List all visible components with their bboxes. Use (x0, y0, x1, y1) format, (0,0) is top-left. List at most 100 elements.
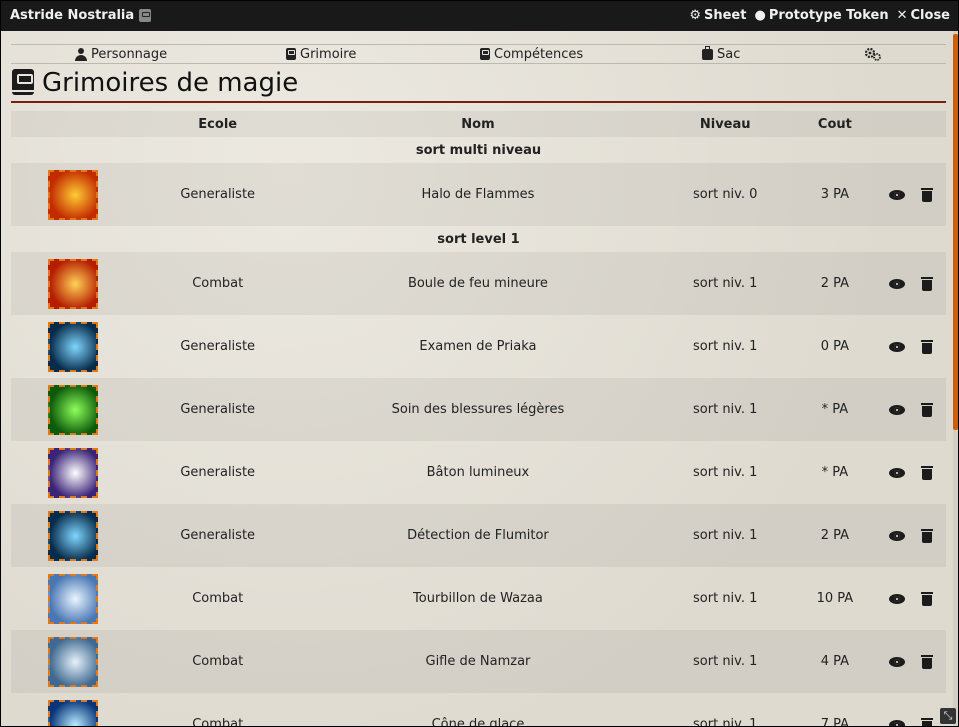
spell-row: Generaliste Soin des blessures légères sor… (11, 378, 946, 441)
trash-icon[interactable] (920, 187, 933, 202)
scrollbar-thumb[interactable] (953, 34, 958, 430)
eye-icon[interactable] (888, 719, 905, 726)
spell-actions (875, 378, 946, 441)
spell-cost: 7 PA (820, 717, 850, 727)
healing-cross-icon[interactable] (48, 384, 99, 435)
prototype-token-button[interactable]: ● Prototype Token (754, 8, 888, 23)
fireball-icon[interactable] (48, 258, 99, 309)
spell-actions (875, 630, 946, 693)
tab-settings[interactable] (864, 45, 882, 63)
window-title: Astride Nostralia (10, 8, 135, 23)
gears-icon (864, 47, 881, 61)
tab-sac[interactable]: Sac (702, 45, 740, 63)
spell-level: sort niv. 1 (693, 591, 758, 606)
window-titlebar[interactable]: Astride Nostralia ⚙ Sheet ● Prototype To… (1, 1, 958, 31)
eye-icon[interactable] (888, 656, 905, 667)
eye-icon[interactable] (888, 404, 905, 415)
page-heading: Grimoires de magie (11, 65, 946, 103)
window-title-area: Astride Nostralia (10, 8, 152, 23)
spell-ecole: Combat (192, 591, 244, 606)
sheet-button[interactable]: ⚙ Sheet (689, 8, 746, 23)
star-burst-icon[interactable] (48, 447, 99, 498)
spell-ecole: Combat (135, 630, 300, 693)
column-header-nom: Nom (299, 111, 657, 137)
spell-actions (875, 441, 946, 504)
book-icon (286, 48, 296, 60)
column-header-niveau: Niveau (656, 111, 795, 137)
eye-icon[interactable] (888, 467, 905, 478)
spell-image-cell (11, 693, 136, 726)
tab-label: Personnage (91, 46, 168, 62)
tab-label: Sac (717, 46, 741, 62)
spell-name: Cône de glace (431, 717, 525, 727)
spell-cost: 3 PA (794, 163, 876, 226)
eye-icon[interactable] (888, 341, 905, 352)
eye-icon[interactable] (888, 593, 905, 604)
spell-image-cell (11, 252, 136, 315)
aura-figure-icon[interactable] (48, 321, 99, 372)
spell-level: sort niv. 1 (656, 630, 795, 693)
spell-level: sort niv. 0 (656, 163, 795, 226)
table-header: Ecole Nom Niveau Cout (11, 111, 946, 137)
spell-row: Generaliste Halo de Flammes sort niv. 03 P… (11, 163, 946, 226)
spell-image-cell (11, 378, 136, 441)
sheet-tabs: Personnage Grimoire Compétences Sac (11, 44, 946, 64)
whirlwind-icon[interactable] (48, 573, 99, 624)
tab-grimoire[interactable]: Grimoire (286, 45, 356, 63)
book-icon (139, 9, 152, 22)
gear-icon: ⚙ (689, 8, 701, 23)
spell-group-row: sort multi niveau (11, 137, 946, 163)
actor-sheet-window: Astride Nostralia ⚙ Sheet ● Prototype To… (0, 0, 959, 727)
eye-icon[interactable] (888, 189, 905, 200)
tab-personnage[interactable]: Personnage (75, 45, 167, 63)
eye-icon[interactable] (888, 278, 905, 289)
tab-label: Compétences (494, 46, 584, 62)
spell-row: Combat Gifle de Namzar sort niv. 14 PA (11, 630, 946, 693)
trash-icon[interactable] (920, 402, 933, 417)
aura-figure-icon[interactable] (48, 510, 99, 561)
trash-icon[interactable] (920, 465, 933, 480)
spell-cost: * PA (794, 378, 876, 441)
spell-cost: 0 PA (820, 339, 850, 354)
fire-ring-icon[interactable] (48, 169, 99, 220)
slap-hand-icon[interactable] (48, 636, 99, 687)
spell-image-cell (11, 567, 136, 630)
window-actions: ⚙ Sheet ● Prototype Token ✕ Close (689, 8, 950, 23)
spell-row: Generaliste Détection de Flumitor sort niv… (11, 504, 946, 567)
tab-competences[interactable]: Compétences (480, 45, 583, 63)
trash-icon[interactable] (920, 276, 933, 291)
spell-ecole: Generaliste (180, 465, 256, 480)
spell-ecole: Combat (135, 252, 300, 315)
spell-row: Generaliste Bâton lumineux sort niv. 1 * PA (11, 441, 946, 504)
bag-icon (702, 45, 713, 60)
trash-icon[interactable] (920, 339, 933, 354)
spell-actions (875, 315, 946, 378)
spell-name: Tourbillon de Wazaa (413, 591, 543, 606)
close-icon: ✕ (896, 8, 908, 23)
spell-name: Halo de Flammes (299, 163, 657, 226)
ice-cone-icon[interactable] (48, 699, 99, 726)
eye-icon[interactable] (888, 530, 905, 541)
close-button[interactable]: ✕ Close (897, 8, 950, 23)
book-icon (480, 48, 490, 60)
spell-table: Ecole Nom Niveau Cout sort multi niveau G… (11, 111, 946, 727)
spell-actions (875, 163, 946, 226)
trash-icon[interactable] (920, 528, 933, 543)
trash-icon[interactable] (920, 654, 933, 669)
spell-row: Combat Cône de glace sort niv. 1 7 PA (11, 693, 946, 727)
close-label: Close (910, 8, 950, 23)
trash-icon[interactable] (920, 591, 933, 606)
spell-row: Combat Boule de feu mineure sort niv. 12 P… (11, 252, 946, 315)
spell-image-cell (11, 504, 136, 567)
resize-handle-icon[interactable]: ⤡ (940, 708, 956, 724)
spell-level: sort niv. 1 (656, 252, 795, 315)
spell-group-row: sort level 1 (11, 226, 946, 252)
spell-actions (875, 252, 946, 315)
spell-actions (875, 504, 946, 567)
spell-name: Boule de feu mineure (299, 252, 657, 315)
page-title: Grimoires de magie (42, 68, 299, 98)
spell-name: Détection de Flumitor (299, 504, 657, 567)
spell-ecole: Generaliste (135, 163, 300, 226)
spell-ecole: Generaliste (135, 504, 300, 567)
trash-icon[interactable] (920, 717, 933, 726)
